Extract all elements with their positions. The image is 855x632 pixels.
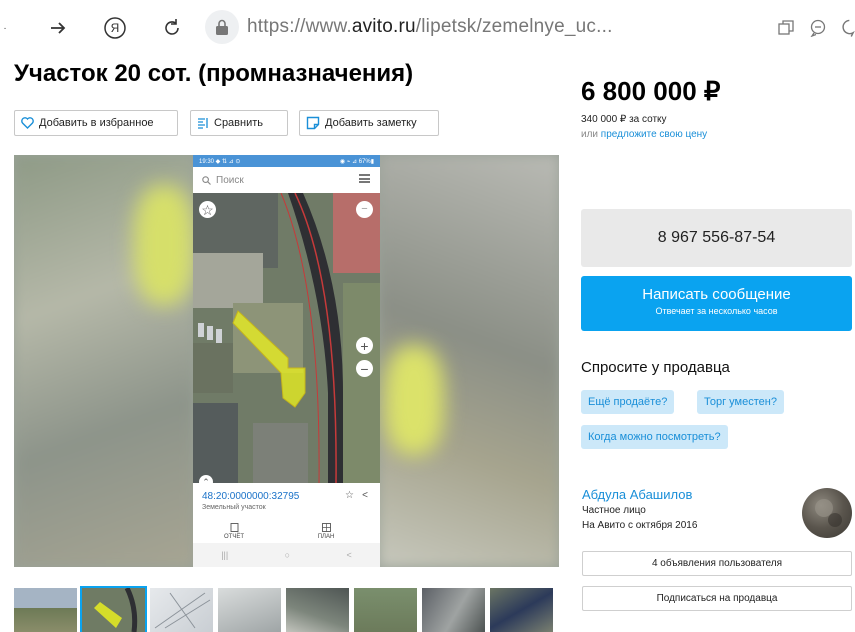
status-left: 19:30 ◆ ⇅ ⊿ ⊙ <box>199 158 241 165</box>
write-message-button[interactable]: Написать сообщение Отвечает за несколько… <box>581 276 852 331</box>
add-note-button[interactable]: Добавить заметку <box>299 110 439 136</box>
nav-back-icon: < <box>346 550 352 560</box>
ask-seller-heading: Спросите у продавца <box>581 359 730 376</box>
url-domain: avito.ru <box>351 16 416 37</box>
satellite-map <box>193 193 380 483</box>
write-message-label: Написать сообщение <box>642 286 791 303</box>
seller-avatar[interactable] <box>802 488 852 538</box>
back-icon[interactable]: · <box>0 14 10 42</box>
report-icon <box>230 523 238 532</box>
parcel-card: 48:20:0000000:32795 Земельный участок ☆ … <box>193 483 380 567</box>
extension-icon <box>842 19 855 37</box>
nav-home-icon: ○ <box>284 550 291 560</box>
map-minus-top-button: − <box>356 201 373 218</box>
cadastral-number: 48:20:0000000:32795 <box>202 491 300 502</box>
response-time: Отвечает за несколько часов <box>655 306 778 316</box>
plan-action: ПЛАН <box>311 523 341 540</box>
plan-icon <box>321 523 331 532</box>
thumbnail[interactable] <box>150 588 213 632</box>
map-search-placeholder: Поиск <box>216 174 244 186</box>
favorite-map-button: ☆ <box>199 201 216 218</box>
chat-icon <box>810 19 826 37</box>
search-icon <box>202 175 211 185</box>
add-favorite-button[interactable]: Добавить в избранное <box>14 110 178 136</box>
compare-icon <box>198 118 208 129</box>
seller-type: Частное лицо <box>582 505 646 516</box>
photo-gallery[interactable]: 19:30 ◆ ⇅ ⊿ ⊙ ◉ ⌁ ⊿ 67%▮ Поиск ☆ − + − ⌃… <box>14 155 559 567</box>
thumbnail-plan-image <box>154 592 211 629</box>
question-chip[interactable]: Торг уместен? <box>697 390 784 414</box>
map-search-bar: Поиск <box>193 167 380 193</box>
note-icon <box>306 116 320 130</box>
heart-icon <box>21 117 34 129</box>
tabs-button[interactable] <box>775 14 797 42</box>
forward-icon <box>51 22 66 34</box>
blur-highlight-left <box>134 185 194 305</box>
phone-nav-bar: ||| ○ < <box>193 543 380 567</box>
show-phone-button[interactable]: 8 967 556-87-54 <box>581 209 852 267</box>
thumbnail-selected[interactable] <box>80 586 147 632</box>
browser-toolbar: · Я https://www.avito.ru/lipetsk/zemelny… <box>0 0 855 56</box>
thumbnail-map-image <box>94 588 138 632</box>
thumbnail[interactable] <box>14 588 77 632</box>
listing-title: Участок 20 сот. (промназначения) <box>14 60 414 87</box>
yandex-glyph: Я <box>110 21 120 35</box>
forward-button[interactable] <box>44 14 72 42</box>
reload-button[interactable] <box>158 14 186 42</box>
offer-price-line: или предложите свою цену <box>581 129 707 140</box>
lock-icon <box>216 19 228 35</box>
share-icon: < <box>362 490 368 501</box>
parcel-type: Земельный участок <box>202 504 266 511</box>
plan-label: ПЛАН <box>317 534 335 540</box>
menu-icon <box>359 174 370 183</box>
price: 6 800 000 ₽ <box>581 76 721 106</box>
yandex-button[interactable]: Я <box>101 14 129 42</box>
compare-button[interactable]: Сравнить <box>190 110 288 136</box>
compare-label: Сравнить <box>214 117 264 129</box>
blur-highlight-right <box>384 345 444 455</box>
add-note-label: Добавить заметку <box>325 117 417 129</box>
report-label: ОТЧЁТ <box>223 534 244 540</box>
avatar-image <box>815 499 842 527</box>
tabs-icon <box>778 20 794 35</box>
seller-listings-button[interactable]: 4 объявления пользователя <box>582 551 852 576</box>
reload-icon <box>165 19 179 35</box>
url-path: /lipetsk/zemelnye_uc... <box>415 16 613 37</box>
zoom-in-button: + <box>356 337 373 354</box>
phone-status-bar: 19:30 ◆ ⇅ ⊿ ⊙ ◉ ⌁ ⊿ 67%▮ <box>193 155 380 167</box>
seller-since: На Авито с октября 2016 <box>582 520 698 531</box>
status-right: ◉ ⌁ ⊿ 67%▮ <box>339 158 374 165</box>
thumbnail[interactable] <box>422 588 485 632</box>
subscribe-seller-button[interactable]: Подписаться на продавца <box>582 586 852 611</box>
star-icon: ☆ <box>345 490 354 501</box>
thumbnail[interactable] <box>490 588 553 632</box>
thumbnail[interactable] <box>218 588 281 632</box>
price-per-unit: 340 000 ₽ за сотку <box>581 114 667 125</box>
extension-button[interactable] <box>838 14 855 42</box>
seller-name[interactable]: Абдула Абашилов <box>582 487 692 502</box>
thumbnail-strip <box>14 586 555 632</box>
thumbnail[interactable] <box>354 588 417 632</box>
question-chip[interactable]: Когда можно посмотреть? <box>581 425 728 449</box>
report-action: ОТЧЁТ <box>219 523 249 540</box>
listing-photo[interactable]: 19:30 ◆ ⇅ ⊿ ⊙ ◉ ⌁ ⊿ 67%▮ Поиск ☆ − + − ⌃… <box>193 155 380 567</box>
url-prefix: https://www. <box>247 16 352 37</box>
question-chip[interactable]: Ещё продаёте? <box>581 390 675 414</box>
chat-button[interactable] <box>807 14 829 42</box>
zoom-out-button: − <box>356 360 373 377</box>
address-bar[interactable]: https://www.avito.ru/lipetsk/zemelnye_uc… <box>247 16 613 38</box>
thumbnail[interactable] <box>286 588 349 632</box>
nav-recents-icon: ||| <box>221 550 229 560</box>
add-favorite-label: Добавить в избранное <box>39 117 154 129</box>
site-info-button[interactable] <box>205 10 239 44</box>
offer-price-link[interactable]: предложите свою цену <box>601 129 707 140</box>
offer-prefix: или <box>581 129 601 140</box>
